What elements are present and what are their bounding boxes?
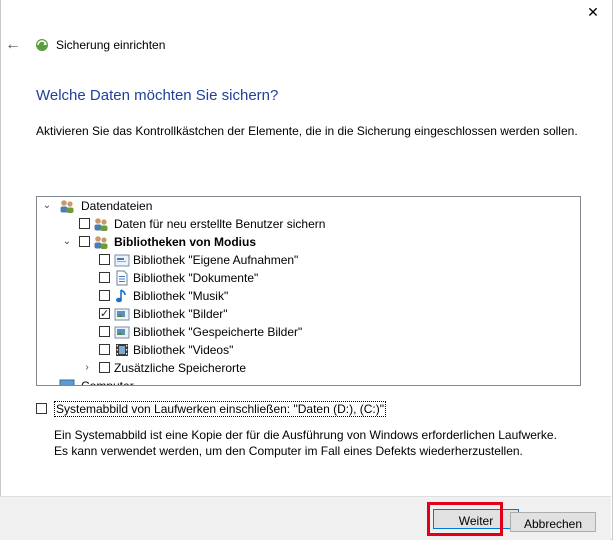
system-image-description: Ein Systemabbild ist eine Kopie der für …	[54, 428, 557, 458]
chevron-down-icon[interactable]: ⌄	[41, 197, 53, 215]
cancel-button[interactable]: Abbrechen	[510, 512, 596, 532]
checkbox[interactable]	[99, 344, 110, 355]
library-icon	[114, 254, 130, 267]
users-icon	[94, 236, 108, 249]
tree-item-libraries[interactable]: ⌄ Bibliotheken von Modius	[37, 233, 557, 251]
page-heading: Welche Daten möchten Sie sichern?	[36, 87, 279, 104]
window-title: Sicherung einrichten	[56, 38, 166, 52]
pictures-icon	[114, 326, 130, 339]
document-icon	[116, 270, 128, 286]
system-image-checkbox[interactable]	[36, 403, 47, 414]
checkbox[interactable]	[99, 362, 110, 373]
checkbox[interactable]	[79, 218, 90, 229]
checkbox[interactable]	[79, 236, 90, 247]
tree-item-label: Bibliothek "Bilder"	[133, 307, 228, 321]
users-icon	[60, 200, 74, 213]
checkbox-checked[interactable]	[99, 305, 110, 323]
checkbox[interactable]	[99, 326, 110, 337]
backup-selection-tree[interactable]: ⌄ Datendateien Daten für neu erstellte B…	[36, 196, 581, 386]
tree-item-label: Bibliothek "Musik"	[133, 289, 229, 303]
tree-item-library-music[interactable]: Bibliothek "Musik"	[37, 287, 557, 305]
tree-item-library-saved-pictures[interactable]: Bibliothek "Gespeicherte Bilder"	[37, 323, 557, 341]
tree-item-label: Bibliotheken von Modius	[114, 235, 257, 249]
tree-item-label: Computer	[81, 379, 134, 386]
tree-item-new-users[interactable]: Daten für neu erstellte Benutzer sichern	[37, 215, 557, 233]
tree-item-additional-locations[interactable]: › Zusätzliche Speicherorte	[37, 359, 557, 377]
tree-item-library-recordings[interactable]: Bibliothek "Eigene Aufnahmen"	[37, 251, 557, 269]
pictures-icon	[114, 308, 130, 321]
tree-item-label: Bibliothek "Dokumente"	[133, 271, 259, 285]
tree-item-library-pictures[interactable]: Bibliothek "Bilder"	[37, 305, 557, 323]
users-icon	[94, 218, 108, 231]
back-arrow-icon[interactable]: ←	[4, 36, 22, 54]
checkbox[interactable]	[99, 290, 110, 301]
video-icon	[116, 344, 128, 356]
tree-item-label: Bibliothek "Gespeicherte Bilder"	[133, 325, 303, 339]
tree-item-library-documents[interactable]: Bibliothek "Dokumente"	[37, 269, 557, 287]
backup-icon	[36, 39, 48, 51]
tree-item-label: Daten für neu erstellte Benutzer sichern	[114, 217, 326, 231]
tree-item-label: Datendateien	[81, 199, 153, 213]
music-icon	[116, 289, 126, 303]
chevron-down-icon[interactable]: ⌄	[61, 233, 73, 251]
tree-item-computer[interactable]: Computer	[37, 377, 557, 386]
button-bar: Weiter Abbrechen	[0, 496, 611, 540]
computer-icon	[59, 379, 75, 385]
tree-item-label: Bibliothek "Eigene Aufnahmen"	[133, 253, 299, 267]
next-button[interactable]: Weiter	[433, 509, 519, 529]
checkbox[interactable]	[99, 272, 110, 283]
tree-item-label: Bibliothek "Videos"	[133, 343, 234, 357]
tree-item-library-videos[interactable]: Bibliothek "Videos"	[37, 341, 557, 359]
system-image-label[interactable]: Systemabbild von Laufwerken einschließen…	[54, 401, 386, 417]
instruction-text: Aktivieren Sie das Kontrollkästchen der …	[36, 124, 578, 138]
tree-item-data-files[interactable]: ⌄ Datendateien	[37, 197, 557, 215]
close-icon[interactable]: ✕	[583, 2, 603, 22]
checkbox[interactable]	[99, 254, 110, 265]
chevron-right-icon[interactable]: ›	[81, 359, 93, 377]
tree-item-label: Zusätzliche Speicherorte	[114, 361, 247, 375]
